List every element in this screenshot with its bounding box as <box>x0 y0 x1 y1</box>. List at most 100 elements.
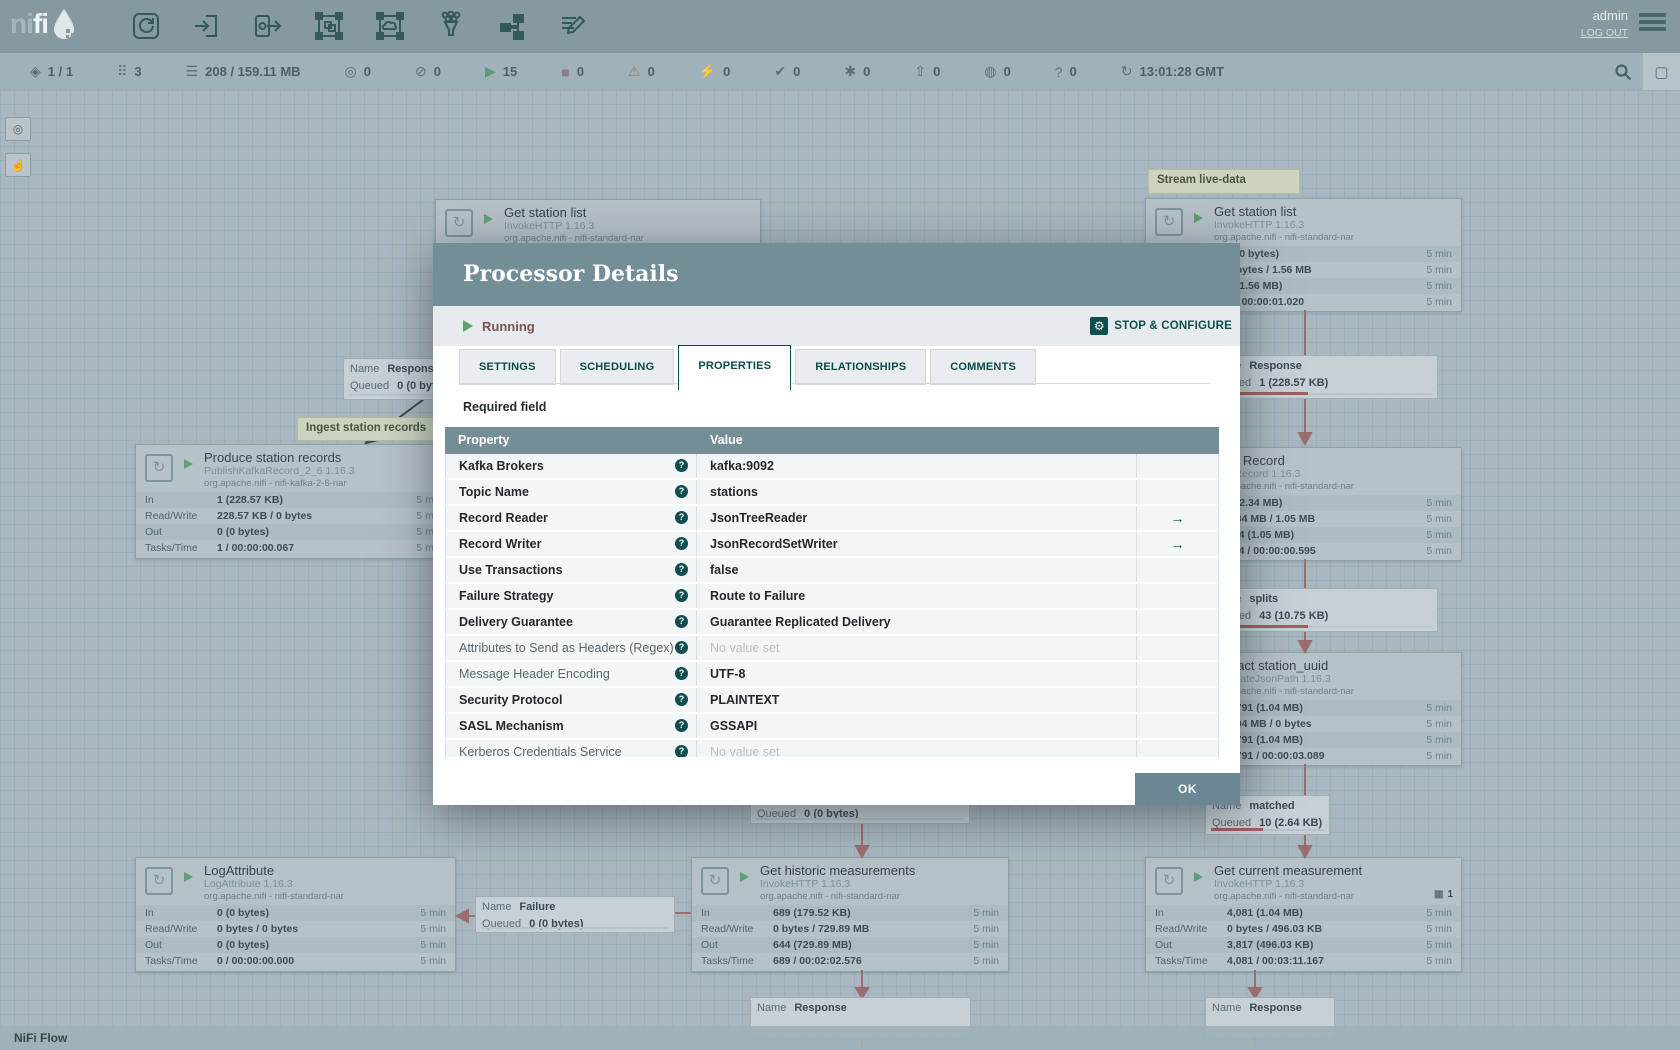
processor-get-historic-measurements[interactable]: ↻ Get historic measurements InvokeHTTP 1.1… <box>691 857 1009 972</box>
not-transmitting-status: ⊘ 0 <box>415 63 441 80</box>
template-icon[interactable] <box>494 8 530 44</box>
birdseye-toggle[interactable]: ▢ <box>1643 53 1680 90</box>
dialog-status-strip: Running ⚙ STOP & CONFIGURE <box>433 306 1240 346</box>
stat-window: 5 min <box>1426 718 1452 730</box>
help-icon[interactable]: ? <box>675 589 688 602</box>
process-group-icon[interactable] <box>311 8 347 44</box>
label-icon[interactable] <box>555 8 591 44</box>
stat-row: In 689 (179.52 KB) 5 min <box>692 905 1008 921</box>
navigate-palette-button[interactable]: ◎ <box>5 117 31 141</box>
running-status: ▶ 15 <box>485 63 517 80</box>
stat-window: 5 min <box>1426 280 1452 292</box>
processor-title: Split Record <box>1214 453 1285 468</box>
active-threads-status: ⠿ 3 <box>117 63 142 80</box>
connection-label-row: Queued43 (10.75 KB) <box>1212 608 1431 625</box>
search-icon <box>1615 63 1632 80</box>
breadcrumb[interactable]: NiFi Flow <box>14 1026 67 1050</box>
connection-label-queued-historic[interactable]: Queued 0 (0 bytes) <box>750 804 970 824</box>
processor-bundle: org.apache.nifi - nifi-kafka-2-6-nar <box>204 478 347 489</box>
property-extra <box>1137 740 1219 757</box>
search-button[interactable] <box>1603 53 1643 90</box>
processor-produce-station-records[interactable]: ↻ Produce station records PublishKafkaReco… <box>135 444 452 559</box>
stat-value: 4,081 / 00:03:11.167 <box>1227 955 1324 967</box>
disabled-count: 0 <box>723 64 731 79</box>
component-toolbar <box>128 8 591 44</box>
connection-label-row: Queued 0 (0 bytes) <box>757 806 963 823</box>
connection-label-row: Namesplits <box>1212 591 1431 608</box>
processor-log-attribute[interactable]: ↻ LogAttribute LogAttribute 1.16.3 org.apac… <box>135 857 456 972</box>
stat-value: 0 (0 bytes) <box>1227 248 1279 260</box>
stop-and-configure-button[interactable]: ⚙ STOP & CONFIGURE <box>1090 317 1232 335</box>
gear-icon: ⚙ <box>1090 317 1109 335</box>
stat-label: Tasks/Time <box>1155 955 1208 967</box>
locally-modified-stale-icon: ◍ <box>984 63 997 79</box>
help-icon[interactable]: ? <box>675 745 688 757</box>
up-to-date-count: 0 <box>793 64 801 79</box>
nifi-logo: ni fi <box>10 7 77 41</box>
stat-value: 0 (0 bytes) <box>217 939 269 951</box>
stat-window: 5 min <box>973 907 999 919</box>
connection-label-value: Response <box>1249 360 1302 372</box>
property-value: UTF-8 <box>697 662 1137 686</box>
logo-text: ni <box>10 8 34 39</box>
input-port-icon[interactable] <box>189 8 225 44</box>
stat-value: 3,791 (1.04 MB) <box>1227 734 1303 746</box>
user-block: admin LOG OUT <box>1581 8 1628 39</box>
connection-label-key: Name <box>1212 1002 1242 1014</box>
stopped-status: ■ 0 <box>561 64 584 80</box>
help-icon[interactable]: ? <box>675 667 688 680</box>
stat-window: 5 min <box>1426 750 1452 762</box>
thread-count-badge: ▦ 1 <box>1434 889 1453 900</box>
ok-button[interactable]: OK <box>1135 773 1240 805</box>
processor-title: LogAttribute <box>204 863 275 878</box>
active-threads-icon: ⠿ <box>117 63 128 79</box>
processor-get-current-measurement[interactable]: ↻ Get current measurement InvokeHTTP 1.16.… <box>1145 857 1462 972</box>
connection-label-key: Name <box>350 363 380 375</box>
breadcrumb-bar: NiFi Flow <box>0 1026 1680 1050</box>
output-port-icon[interactable] <box>250 8 286 44</box>
logout-link[interactable]: LOG OUT <box>1581 27 1628 39</box>
help-icon[interactable]: ? <box>675 563 688 576</box>
processor-title: Get station list <box>504 205 587 220</box>
canvas-label-stream-live-data[interactable]: Stream live-data <box>1148 169 1300 194</box>
stat-window: 5 min <box>420 939 446 951</box>
tab-settings[interactable]: SETTINGS <box>459 349 556 385</box>
stat-label: In <box>1155 907 1164 919</box>
refresh-button[interactable]: ↻ 13:01:28 GMT <box>1121 63 1224 80</box>
go-to-service-icon[interactable]: → <box>1171 536 1185 552</box>
locally-modified-stale-status: ◍ 0 <box>984 63 1010 80</box>
running-indicator-icon <box>740 872 749 882</box>
help-icon[interactable]: ? <box>675 485 688 498</box>
help-icon[interactable]: ? <box>675 537 688 550</box>
stat-label: Out <box>701 939 718 951</box>
help-icon[interactable]: ? <box>675 693 688 706</box>
go-to-service-icon[interactable]: → <box>1171 510 1185 526</box>
processor-icon[interactable] <box>128 8 164 44</box>
stop-and-configure-label: STOP & CONFIGURE <box>1114 320 1232 332</box>
running-indicator-icon <box>184 459 193 469</box>
tab-relationships[interactable]: RELATIONSHIPS <box>795 349 927 385</box>
processor-titles: LogAttribute LogAttribute 1.16.3 org.apach… <box>204 863 451 903</box>
tab-properties[interactable]: PROPERTIES <box>678 345 792 390</box>
processor-title: Extract station_uuid <box>1214 658 1329 673</box>
stat-row: Out 0 (0 bytes) 5 min <box>136 937 455 953</box>
property-name: Record Writer? <box>445 532 697 557</box>
connection-label-failure[interactable]: Name Failure Queued 0 (0 bytes) <box>475 896 675 933</box>
help-icon[interactable]: ? <box>675 641 688 654</box>
stat-label: Read/Write <box>701 923 754 935</box>
canvas-label-ingest-station-records[interactable]: Ingest station records <box>297 417 454 441</box>
global-menu-icon[interactable] <box>1639 13 1666 34</box>
tab-comments[interactable]: COMMENTS <box>930 349 1037 385</box>
property-name: Kerberos Credentials Service? <box>445 740 697 757</box>
help-icon[interactable]: ? <box>675 459 688 472</box>
tab-scheduling[interactable]: SCHEDULING <box>559 349 675 385</box>
stat-value: 644 (729.89 MB) <box>773 939 852 951</box>
property-extra <box>1137 558 1219 582</box>
help-icon[interactable]: ? <box>675 719 688 732</box>
operate-palette-button[interactable]: ☝ <box>5 153 31 177</box>
funnel-icon[interactable] <box>433 8 469 44</box>
remote-process-group-icon[interactable] <box>372 8 408 44</box>
help-icon[interactable]: ? <box>675 511 688 524</box>
help-icon[interactable]: ? <box>675 615 688 628</box>
property-row: SASL Mechanism? GSSAPI <box>445 714 1219 740</box>
